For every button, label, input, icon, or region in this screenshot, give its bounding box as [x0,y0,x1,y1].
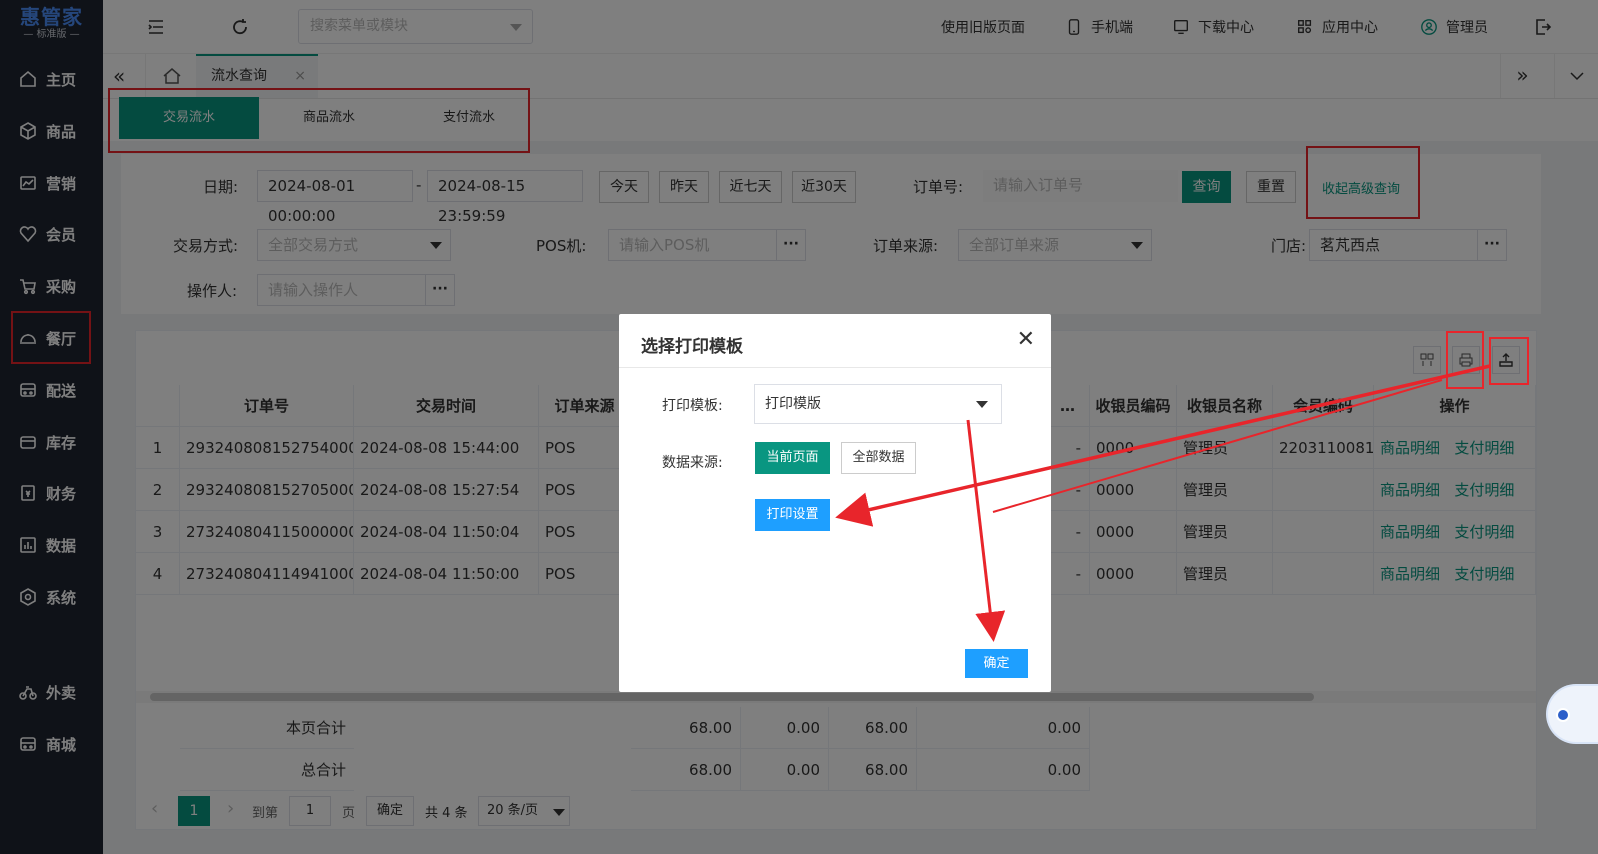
data-source-label: 数据来源: [662,455,723,471]
current-page-button[interactable]: 当前页面 [755,442,830,474]
confirm-button[interactable]: 确定 [965,649,1028,678]
assistant-avatar-icon [1556,708,1570,722]
template-select[interactable]: 打印模版 [754,384,1002,424]
all-data-button[interactable]: 全部数据 [841,442,916,474]
dialog-title: 选择打印模板 [641,337,743,357]
dialog-divider [619,367,1051,368]
chevron-down-icon [976,401,988,408]
assistant-float-button[interactable] [1546,684,1598,744]
annotation-box-export [1489,337,1529,385]
template-label: 打印模板: [662,398,723,414]
print-settings-button[interactable]: 打印设置 [755,499,830,531]
template-value: 打印模版 [765,396,821,412]
print-template-dialog: 选择打印模板 ✕ 打印模板: 打印模版 数据来源: 当前页面 全部数据 打印设置… [619,314,1051,692]
close-icon[interactable]: ✕ [1017,329,1035,351]
annotation-box-print [1446,331,1484,389]
